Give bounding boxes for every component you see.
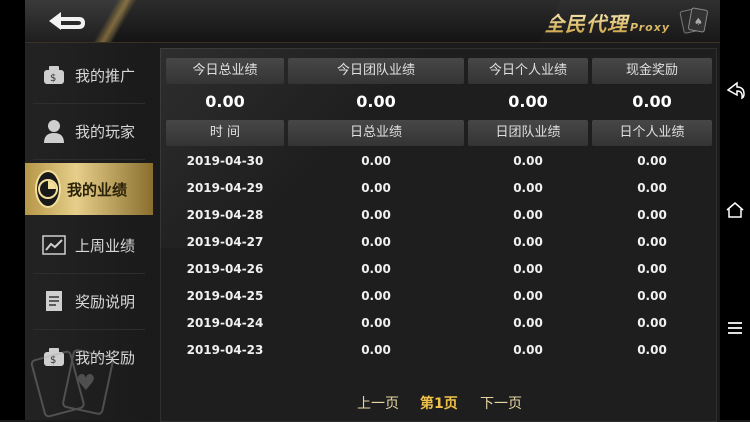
svg-text:♥: ♥ [76, 371, 96, 396]
android-back-icon[interactable] [725, 80, 745, 100]
sidebar-item-label: 我的业绩 [67, 180, 128, 199]
table-cell-value: 0.00 [637, 208, 667, 222]
table-cell-date: 2019-04-23 [186, 343, 264, 357]
sidebar-item-my-players[interactable]: 我的玩家 [25, 105, 153, 157]
brand-banner: 全民代理 Proxy ♠ [540, 0, 720, 42]
brand-title-text: 全民代理 [544, 12, 629, 36]
brand-title: 全民代理 Proxy [544, 8, 670, 37]
summary-values-row: 0.00 0.00 0.00 0.00 [166, 88, 712, 116]
table-row: 2019-04-23 0.00 0.00 0.00 [166, 337, 712, 363]
summary-value-today-total: 0.00 [205, 92, 245, 111]
table-cell-date: 2019-04-28 [186, 208, 264, 222]
sidebar-item-label: 我的玩家 [75, 122, 136, 141]
playing-cards-icon: ♠ [679, 7, 708, 34]
table-header-daily-personal: 日个人业绩 [592, 120, 712, 146]
back-arrow-icon [49, 12, 85, 30]
table-cell-value: 0.00 [361, 208, 391, 222]
table-cell-value: 0.00 [513, 316, 543, 330]
svg-text:♠: ♠ [694, 17, 703, 28]
next-page-button[interactable]: 下一页 [480, 393, 522, 415]
table-header-row: 时 间 日总业绩 日团队业绩 日个人业绩 [166, 120, 712, 146]
summary-value-today-personal: 0.00 [508, 92, 548, 111]
pagination: 上一页 第1页 下一页 [160, 393, 715, 415]
top-bar: 全民代理 Proxy ♠ [25, 0, 720, 43]
table-cell-value: 0.00 [361, 154, 391, 168]
table-cell-value: 0.00 [361, 316, 391, 330]
table-row: 2019-04-27 0.00 0.00 0.00 [166, 229, 712, 255]
line-chart-icon [41, 232, 67, 258]
table-cell-date: 2019-04-24 [186, 316, 264, 330]
table-header-daily-total: 日总业绩 [288, 120, 464, 146]
table-cell-value: 0.00 [361, 262, 391, 276]
sidebar-divider [33, 273, 145, 274]
table-cell-value: 0.00 [513, 181, 543, 195]
table-cell-date: 2019-04-25 [186, 289, 264, 303]
table-cell-value: 0.00 [513, 208, 543, 222]
table-cell-value: 0.00 [637, 181, 667, 195]
table-cell-value: 0.00 [513, 262, 543, 276]
document-icon [41, 288, 67, 314]
sidebar-item-label: 奖励说明 [75, 292, 136, 311]
playing-cards-decoration: ♥ [30, 349, 114, 418]
table-row: 2019-04-30 0.00 0.00 0.00 [166, 148, 712, 174]
sidebar-item-my-performance[interactable]: 我的业绩 [25, 163, 153, 215]
table-cell-date: 2019-04-29 [186, 181, 264, 195]
summary-value-cash-reward: 0.00 [632, 92, 672, 111]
sidebar-item-last-week-performance[interactable]: 上周业绩 [25, 219, 153, 271]
table-row: 2019-04-25 0.00 0.00 0.00 [166, 283, 712, 309]
pie-chart-icon [35, 170, 61, 208]
table-cell-value: 0.00 [637, 316, 667, 330]
table-row: 2019-04-24 0.00 0.00 0.00 [166, 310, 712, 336]
sidebar-item-my-promotion[interactable]: $ 我的推广 [25, 49, 153, 101]
summary-header-cash-reward: 现金奖励 [592, 58, 712, 84]
table-row: 2019-04-29 0.00 0.00 0.00 [166, 175, 712, 201]
sidebar-item-reward-description[interactable]: 奖励说明 [25, 275, 153, 327]
summary-header-today-personal: 今日个人业绩 [468, 58, 588, 84]
table-header-time: 时 间 [166, 120, 284, 146]
device-bezel-left [0, 0, 25, 420]
table-cell-date: 2019-04-27 [186, 235, 264, 249]
table-cell-date: 2019-04-26 [186, 262, 264, 276]
sidebar-item-label: 我的推广 [75, 66, 136, 85]
summary-header-today-total: 今日总业绩 [166, 58, 284, 84]
table-cell-value: 0.00 [637, 154, 667, 168]
table-cell-value: 0.00 [361, 343, 391, 357]
android-menu-icon[interactable] [725, 318, 745, 338]
sidebar-divider [33, 159, 145, 160]
table-cell-value: 0.00 [513, 235, 543, 249]
table-cell-value: 0.00 [637, 289, 667, 303]
table-cell-date: 2019-04-30 [186, 154, 264, 168]
summary-header-today-team: 今日团队业绩 [288, 58, 464, 84]
table-cell-value: 0.00 [513, 343, 543, 357]
table-cell-value: 0.00 [513, 154, 543, 168]
sidebar-item-label: 上周业绩 [75, 236, 136, 255]
person-icon [41, 118, 67, 144]
table-cell-value: 0.00 [513, 289, 543, 303]
android-home-icon[interactable] [725, 200, 745, 220]
table-cell-value: 0.00 [637, 262, 667, 276]
money-bag-icon: $ [41, 62, 67, 88]
table-cell-value: 0.00 [637, 235, 667, 249]
prev-page-button[interactable]: 上一页 [357, 393, 399, 415]
table-cell-value: 0.00 [361, 181, 391, 195]
device-nav-bar [720, 0, 750, 420]
summary-value-today-team: 0.00 [356, 92, 396, 111]
table-cell-value: 0.00 [361, 289, 391, 303]
summary-header-row: 今日总业绩 今日团队业绩 今日个人业绩 现金奖励 [166, 58, 712, 84]
sidebar-divider [33, 103, 145, 104]
svg-text:$: $ [50, 73, 56, 84]
table-cell-value: 0.00 [361, 235, 391, 249]
brand-subtitle: Proxy [630, 21, 670, 34]
table-row: 2019-04-26 0.00 0.00 0.00 [166, 256, 712, 282]
sidebar-divider [33, 329, 145, 330]
table-cell-value: 0.00 [637, 343, 667, 357]
table-row: 2019-04-28 0.00 0.00 0.00 [166, 202, 712, 228]
current-page-indicator: 第1页 [420, 396, 458, 412]
table-header-daily-team: 日团队业绩 [468, 120, 588, 146]
